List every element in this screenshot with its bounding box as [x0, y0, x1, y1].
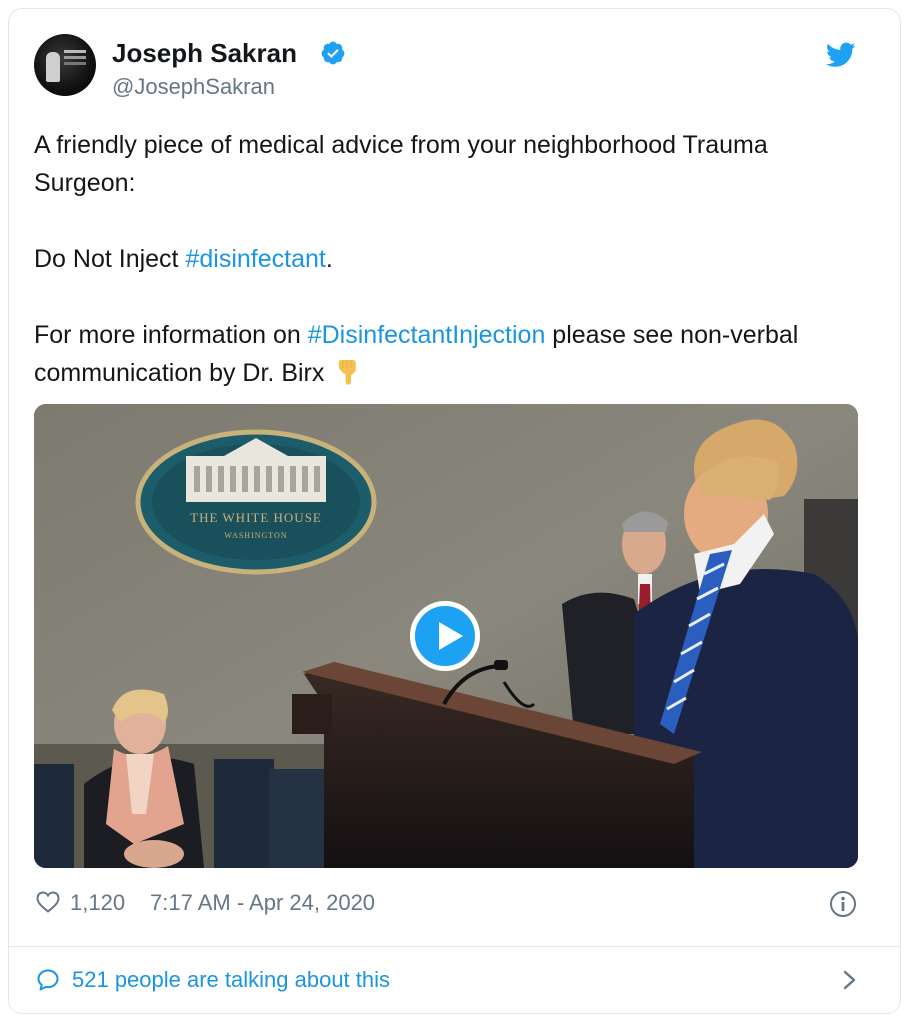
video-player[interactable]: THE WHITE HOUSE WASHINGTON [34, 404, 858, 868]
play-icon[interactable] [410, 601, 480, 671]
like-count[interactable]: 1,120 [70, 890, 125, 916]
tweet-timestamp[interactable]: 7:17 AM - Apr 24, 2020 [150, 890, 375, 916]
speech-bubble-icon [37, 969, 59, 991]
tweet-line-1: A friendly piece of medical advice from … [34, 131, 768, 197]
hashtag-disinfectant[interactable]: #disinfectant [185, 245, 325, 273]
conversation-link[interactable]: 521 people are talking about this [34, 966, 864, 996]
avatar-text-lines [64, 50, 86, 53]
tweet-text-segment: Do Not Inject [34, 245, 186, 273]
twitter-bird-icon[interactable] [826, 42, 856, 68]
avatar-figure [46, 52, 60, 82]
hashtag-disinfectant-injection[interactable]: #DisinfectantInjection [308, 321, 546, 349]
tweet-text-segment: For more information on [34, 321, 308, 349]
seal-text: THE WHITE HOUSE [190, 510, 322, 525]
chevron-right-icon[interactable] [842, 969, 858, 991]
tweet-meta: 1,120 7:17 AM - Apr 24, 2020 [34, 888, 864, 918]
avatar[interactable] [34, 34, 96, 96]
tweet-paragraph-2: Do Not Inject #disinfectant. [34, 240, 864, 278]
conversation-label[interactable]: 521 people are talking about this [72, 967, 390, 993]
verified-badge-icon [321, 41, 345, 65]
tweet-paragraph-3: For more information on #DisinfectantInj… [34, 316, 864, 392]
author-handle[interactable]: @JosephSakran [112, 74, 275, 100]
tweet-paragraph-1: A friendly piece of medical advice from … [34, 126, 864, 202]
info-icon[interactable] [829, 890, 857, 918]
tweet-text: A friendly piece of medical advice from … [34, 126, 864, 392]
heart-icon[interactable] [36, 891, 60, 913]
seal-subtext: WASHINGTON [224, 531, 287, 540]
tweet-text-segment: . [325, 245, 333, 273]
divider [8, 946, 901, 947]
author-display-name[interactable]: Joseph Sakran [112, 38, 297, 69]
pointing-down-emoji-icon [339, 360, 357, 385]
